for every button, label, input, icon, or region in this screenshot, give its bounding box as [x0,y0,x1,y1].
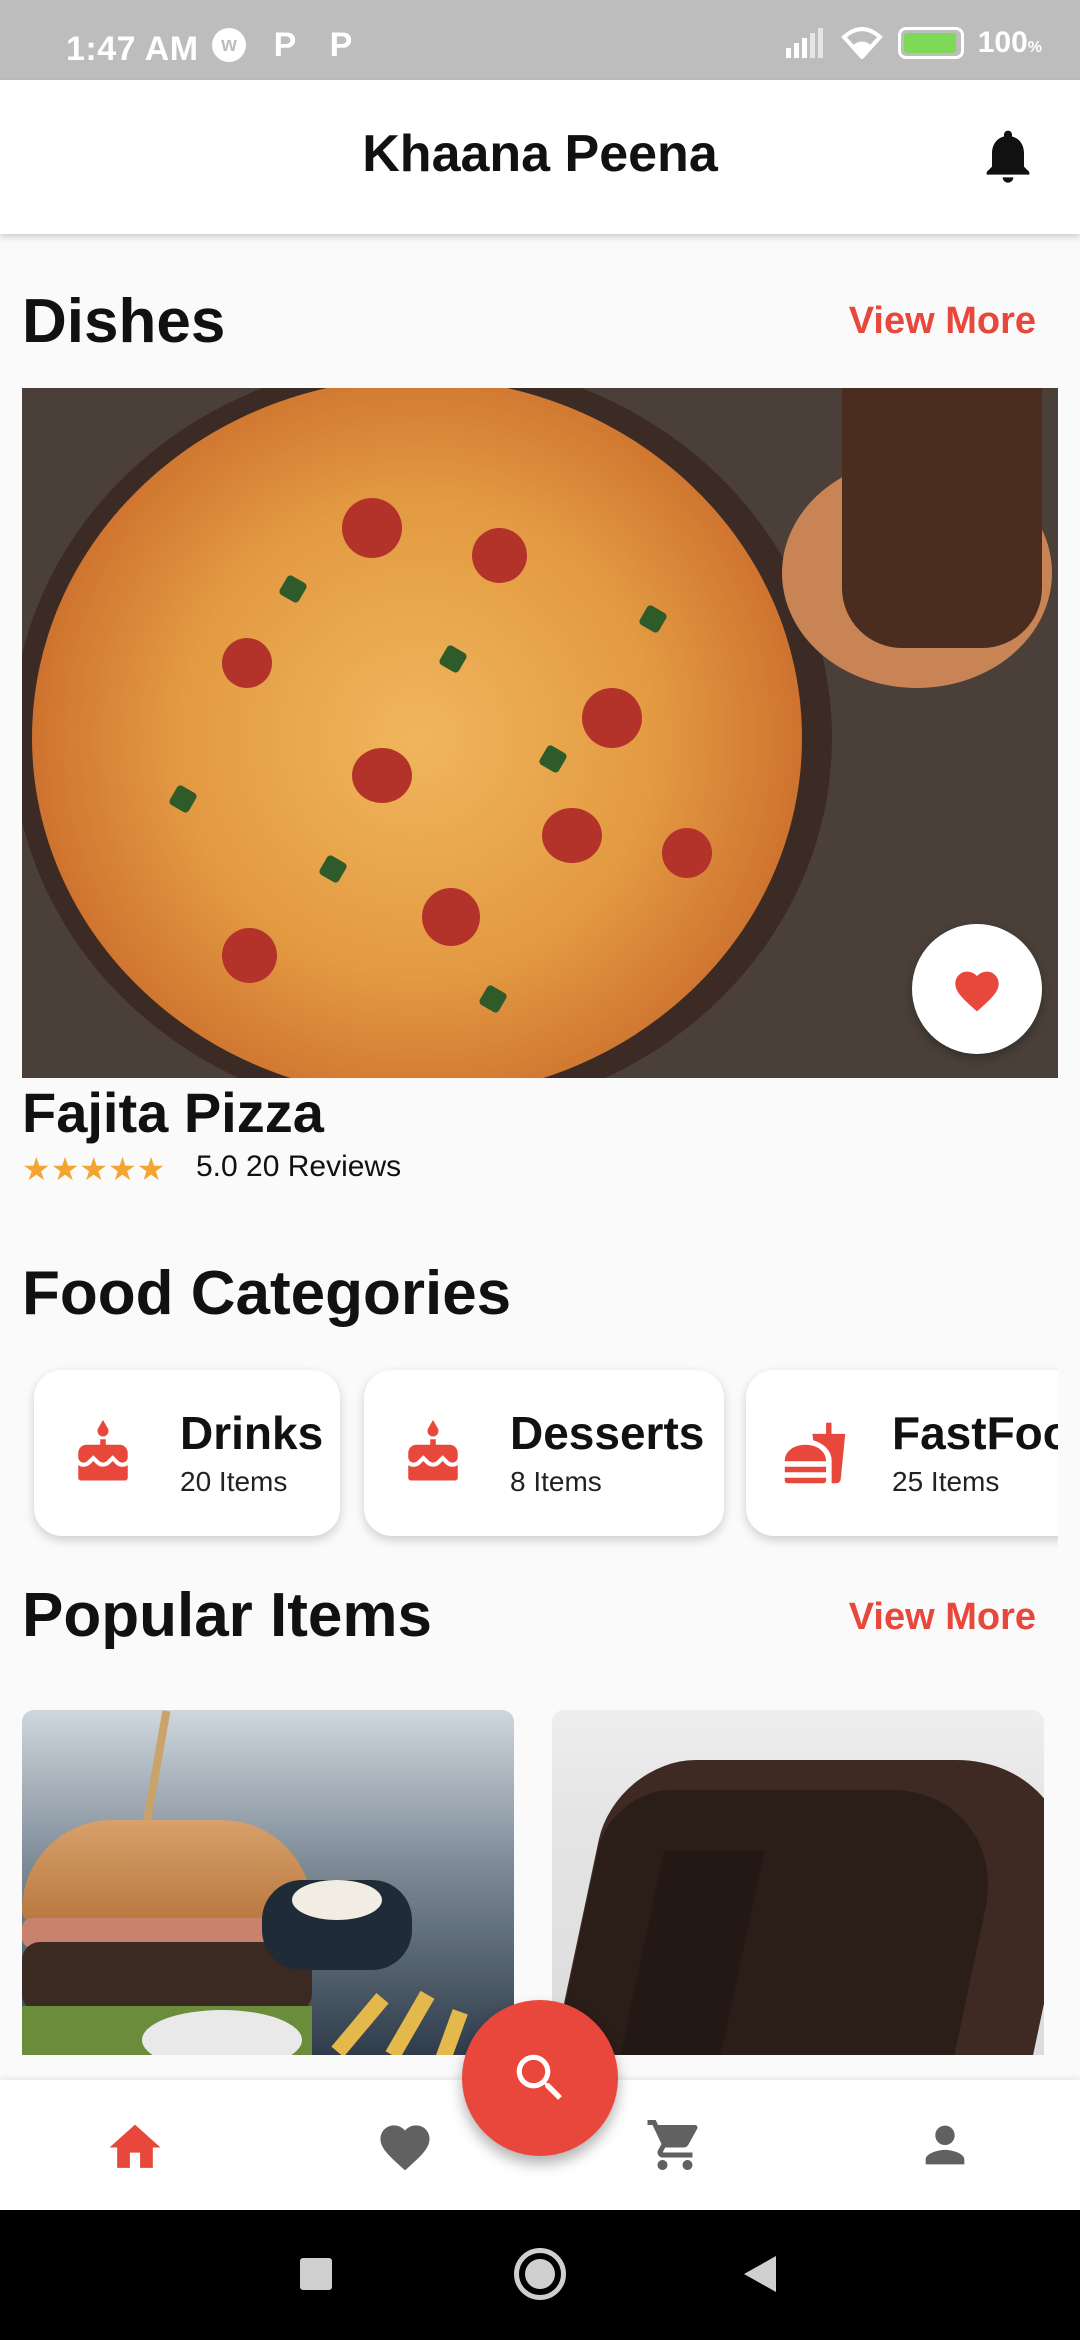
category-count: 8 Items [510,1466,602,1497]
rating-text: 5.0 20 Reviews [196,1150,402,1183]
food-categories-heading: Food Categories [22,1259,512,1328]
signal-icon [785,28,823,58]
category-list[interactable]: Drinks 20 Items Desserts 8 Items FastFoo… [22,1352,1058,1552]
heart-icon [380,2125,430,2171]
dishes-heading: Dishes [22,287,226,356]
status-right: 100% [785,26,1042,60]
battery-icon [897,27,964,59]
popular-item-cake-image[interactable] [552,1710,1044,2055]
featured-dish-image[interactable] [22,388,1058,1078]
heart-icon [955,971,999,1012]
app-title: Khaana Peena [362,125,718,183]
app-bar: Khaana Peena [0,80,1080,234]
person-icon [925,2125,965,2165]
nav-home[interactable] [100,2110,170,2180]
fastfood-icon [784,1422,846,1484]
nav-cart[interactable] [640,2110,710,2180]
wifi-icon [840,27,883,59]
recent-apps-icon[interactable] [300,2258,332,2290]
nav-profile[interactable] [910,2110,980,2180]
favorite-button[interactable] [912,924,1042,1054]
home-icon [109,2124,161,2168]
category-card-drinks[interactable]: Drinks 20 Items [34,1370,340,1536]
cake-icon [78,1420,128,1481]
search-icon [516,2054,562,2100]
search-fab-button[interactable] [462,2000,618,2156]
back-icon[interactable] [740,2252,780,2296]
notification-icons: w P P [212,28,358,62]
category-count: 20 Items [180,1466,288,1497]
cake-icon [408,1420,458,1481]
notification-p-icon: P [329,26,353,64]
category-count: 25 Items [892,1466,1000,1497]
category-card-fastfood[interactable]: FastFoo 25 Items [746,1370,1058,1536]
popular-items-heading: Popular Items [22,1581,432,1650]
popular-item-burger-image[interactable] [22,1710,514,2055]
star-rating-icon: ★★★★★ [22,1151,166,1187]
category-name: Drinks [180,1407,324,1459]
featured-dish-name: Fajita Pizza [22,1081,324,1144]
dishes-view-more-link[interactable]: View More [849,300,1036,343]
nav-favorites[interactable] [370,2110,440,2180]
popular-view-more-link[interactable]: View More [849,1596,1036,1639]
system-nav-bar [0,2210,1080,2340]
cart-icon [647,2120,698,2170]
home-button-icon[interactable] [514,2248,566,2300]
notification-w-icon: w [212,28,246,62]
status-time: 1:47 AM [66,30,199,68]
category-name: FastFoo [892,1407,1058,1459]
notification-p-icon: P [273,26,297,64]
category-card-desserts[interactable]: Desserts 8 Items [364,1370,724,1536]
bell-icon[interactable] [976,124,1040,188]
battery-level: 100% [977,26,1042,59]
category-name: Desserts [510,1407,705,1459]
status-bar: 1:47 AM w P P 100% [0,0,1080,80]
